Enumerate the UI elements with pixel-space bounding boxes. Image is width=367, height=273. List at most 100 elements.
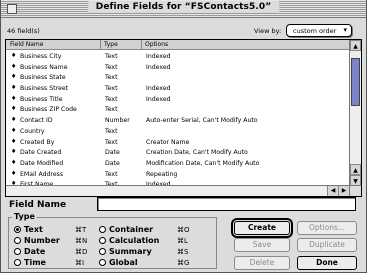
row-field-name: Date Created <box>20 149 62 157</box>
table-row[interactable]: ♦ Date Modified Date Modification Date, Can… <box>6 158 349 169</box>
radio-shortcut: ⌘S <box>177 248 189 256</box>
row-field-name: EMail Address <box>20 170 64 178</box>
radio-shortcut: ⌘T <box>75 226 87 234</box>
radio-label: Calculation <box>109 236 160 245</box>
close-box-icon[interactable] <box>7 4 17 14</box>
table-row[interactable]: ♦ EMail Address Text Repeating <box>6 169 349 180</box>
row-field-type: Text <box>105 53 118 60</box>
table-row[interactable]: ♦ Business ZIP Code Text <box>6 104 349 115</box>
reorder-handle-icon[interactable]: ♦ <box>11 127 16 134</box>
radio-type-number[interactable]: Number ⌘N <box>14 236 87 245</box>
reorder-handle-icon[interactable]: ♦ <box>11 73 16 80</box>
field-rows: ♦ Business City Text Indexed ♦ Business Name… <box>6 51 349 190</box>
radio-label: Time <box>24 258 46 267</box>
reorder-handle-icon[interactable]: ♦ <box>11 105 16 112</box>
reorder-handle-icon[interactable]: ♦ <box>11 116 16 123</box>
radio-label: Text <box>24 225 43 234</box>
row-field-type: Text <box>105 74 118 82</box>
arrow-right-icon[interactable]: ▶ <box>338 186 349 196</box>
radio-shortcut: ⌘L <box>177 237 188 245</box>
radio-dot <box>14 248 21 255</box>
row-field-name: Business Street <box>20 85 69 93</box>
radio-label: Date <box>24 247 46 256</box>
radio-dot <box>99 226 106 233</box>
row-field-name: Business City <box>20 53 62 60</box>
table-row[interactable]: ♦ Business Title Text Indexed <box>6 94 349 105</box>
radio-type-container[interactable]: Container ⌘O <box>99 225 190 234</box>
view-by-label: View by: <box>254 27 282 35</box>
radio-type-date[interactable]: Date ⌘D <box>14 247 87 256</box>
radio-label: Global <box>109 258 138 267</box>
type-group-title: Type <box>12 212 37 221</box>
options-button[interactable]: Options... <box>297 221 357 235</box>
radio-dot <box>14 226 21 233</box>
row-field-type: Text <box>105 127 118 135</box>
reorder-handle-icon[interactable]: ♦ <box>11 95 16 102</box>
delete-button[interactable]: Delete <box>234 256 290 270</box>
radio-type-global[interactable]: Global ⌘G <box>99 258 189 267</box>
column-header-field-name[interactable]: Field Name <box>10 41 43 48</box>
row-field-type: Number <box>105 117 130 125</box>
column-divider <box>141 40 142 50</box>
column-header-type[interactable]: Type <box>104 41 118 48</box>
reorder-handle-icon[interactable]: ♦ <box>11 138 16 145</box>
list-header: Field Name Type Options <box>6 40 349 50</box>
reorder-handle-icon[interactable]: ♦ <box>11 63 16 70</box>
chevron-down-icon: ▾ <box>343 26 347 34</box>
column-divider <box>100 40 101 50</box>
row-field-type: Text <box>105 63 118 71</box>
window-title: Define Fields for “FSContacts5.0” <box>87 1 280 13</box>
radio-dot <box>99 248 106 255</box>
row-field-options: Indexed <box>146 95 171 103</box>
radio-type-calculation[interactable]: Calculation ⌘L <box>99 236 188 245</box>
row-field-type: Date <box>105 149 120 157</box>
row-field-name: Business Title <box>20 95 63 103</box>
radio-dot <box>14 259 21 266</box>
row-field-type: Text <box>105 106 118 114</box>
table-row[interactable]: ♦ Business City Text Indexed <box>6 51 349 62</box>
scroll-thumb[interactable] <box>351 58 360 106</box>
radio-dot <box>99 237 106 244</box>
row-field-options: Repeating <box>146 170 178 178</box>
radio-type-time[interactable]: Time ⌘I <box>14 258 84 267</box>
title-bar[interactable]: Define Fields for “FSContacts5.0” <box>1 0 366 18</box>
vertical-scrollbar[interactable]: ▲ ▲ ▼ <box>349 40 361 186</box>
reorder-handle-icon[interactable]: ♦ <box>11 170 16 177</box>
row-field-name: Contact ID <box>20 117 53 125</box>
row-field-type: Text <box>105 85 118 93</box>
reorder-handle-icon[interactable]: ♦ <box>11 148 16 155</box>
done-button[interactable]: Done <box>297 256 357 270</box>
table-row[interactable]: ♦ Business Name Text Indexed <box>6 62 349 73</box>
table-row[interactable]: ♦ Business Street Text Indexed <box>6 83 349 94</box>
reorder-handle-icon[interactable]: ♦ <box>11 159 16 166</box>
row-field-name: Country <box>20 127 45 135</box>
arrow-up-icon[interactable]: ▲ <box>350 164 361 175</box>
table-row[interactable]: ♦ Country Text <box>6 126 349 137</box>
radio-shortcut: ⌘O <box>177 226 190 234</box>
reorder-handle-icon[interactable]: ♦ <box>11 84 16 91</box>
table-row[interactable]: ♦ Date Created Date Creation Date, Can't Mo… <box>6 147 349 158</box>
reorder-handle-icon[interactable]: ♦ <box>11 52 16 59</box>
field-count-label: 46 field(s) <box>7 27 40 35</box>
field-list[interactable]: Field Name Type Options ♦ Business City Te… <box>5 39 362 197</box>
radio-type-summary[interactable]: Summary ⌘S <box>99 247 188 256</box>
table-row[interactable]: ♦ Created By Text Creator Name <box>6 137 349 148</box>
field-name-input[interactable] <box>97 197 356 211</box>
radio-type-text[interactable]: Text ⌘T <box>14 225 86 234</box>
row-field-options: Indexed <box>146 63 171 71</box>
arrow-left-icon[interactable]: ◀ <box>327 186 338 196</box>
resize-handle-icon <box>349 185 361 196</box>
row-field-type: Text <box>105 95 118 103</box>
view-by-value: custom order <box>293 27 337 35</box>
duplicate-button[interactable]: Duplicate <box>297 238 357 252</box>
radio-label: Summary <box>109 247 152 256</box>
view-by-popup[interactable]: custom order ▾ <box>286 24 352 37</box>
table-row[interactable]: ♦ Contact ID Number Auto-enter Serial, Can'… <box>6 115 349 126</box>
radio-shortcut: ⌘D <box>75 248 88 256</box>
column-header-options[interactable]: Options <box>145 41 168 48</box>
save-button[interactable]: Save <box>234 238 290 252</box>
horizontal-scrollbar[interactable]: ◀ ▶ <box>6 185 349 196</box>
arrow-up-icon[interactable]: ▲ <box>350 40 361 51</box>
table-row[interactable]: ♦ Business State Text <box>6 72 349 83</box>
create-button[interactable]: Create <box>231 218 293 238</box>
